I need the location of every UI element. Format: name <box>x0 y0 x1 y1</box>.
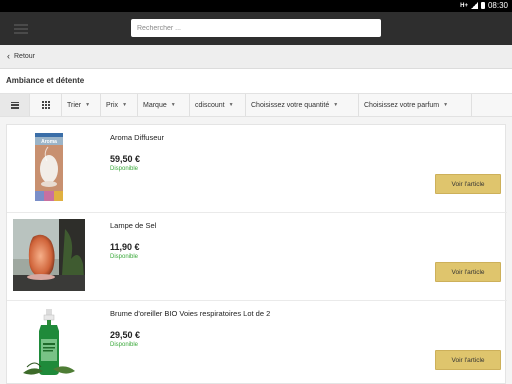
filter-bar: Trier ▼ Prix ▼ Marque ▼ cdiscount ▼ Choisiss… <box>0 93 512 117</box>
list-view-button[interactable] <box>0 94 30 116</box>
filter-quantity[interactable]: Choisissez votre quantité ▼ <box>246 94 359 116</box>
filter-seller-label: cdiscount <box>195 101 225 109</box>
filter-brand-label: Marque <box>143 101 167 109</box>
menu-icon[interactable] <box>14 24 28 34</box>
search-input[interactable] <box>131 19 381 37</box>
filter-quantity-label: Choisissez votre quantité <box>251 101 330 109</box>
product-price: 59,50 € <box>110 154 141 164</box>
list-view-icon <box>10 101 19 109</box>
filter-brand[interactable]: Marque ▼ <box>138 94 190 116</box>
filter-sort-label: Trier <box>67 101 82 109</box>
filter-price-label: Prix <box>106 101 119 109</box>
clock: 08:30 <box>487 1 508 10</box>
availability-status: Disponible <box>110 254 139 260</box>
dropdown-arrow-icon: ▼ <box>228 102 234 108</box>
filter-sort[interactable]: Trier ▼ <box>62 94 101 116</box>
signal-icon <box>470 2 478 9</box>
product-name[interactable]: Lampe de Sel <box>110 221 156 230</box>
filter-fragrance[interactable]: Choisissez votre parfum ▼ <box>359 94 472 116</box>
dropdown-arrow-icon: ▼ <box>443 102 449 108</box>
product-price: 29,50 € <box>110 330 141 340</box>
availability-status: Disponible <box>110 166 139 172</box>
category-header: Ambiance et détente <box>0 69 512 93</box>
battery-icon <box>480 2 485 9</box>
product-name[interactable]: Aroma Diffuseur <box>110 133 164 142</box>
product-name[interactable]: Brume d'oreiller BIO Voies respiratoires… <box>110 309 270 318</box>
product-image[interactable] <box>13 219 85 291</box>
product-image[interactable] <box>13 307 85 379</box>
product-item[interactable]: Lampe de Sel 11,90 € Disponible Voir l'a… <box>7 213 507 301</box>
dropdown-arrow-icon: ▼ <box>333 102 339 108</box>
filter-price[interactable]: Prix ▼ <box>101 94 138 116</box>
back-link[interactable]: ‹ Retour <box>0 45 512 69</box>
product-item[interactable]: Aroma Aroma Diffuseur 59,50 € Disponible… <box>7 125 507 213</box>
dropdown-arrow-icon: ▼ <box>85 102 91 108</box>
filter-fragrance-label: Choisissez votre parfum <box>364 101 440 109</box>
product-item[interactable]: Brume d'oreiller BIO Voies respiratoires… <box>7 301 507 384</box>
top-bar <box>0 12 512 45</box>
dropdown-arrow-icon: ▼ <box>170 102 176 108</box>
view-article-button[interactable]: Voir l'article <box>435 174 501 194</box>
availability-status: Disponible <box>110 342 139 348</box>
view-article-button[interactable]: Voir l'article <box>435 262 501 282</box>
filter-seller[interactable]: cdiscount ▼ <box>190 94 246 116</box>
product-list: Aroma Aroma Diffuseur 59,50 € Disponible… <box>6 124 507 384</box>
status-bar: H+ 08:30 <box>0 0 512 12</box>
grid-view-button[interactable] <box>30 94 62 116</box>
product-image-label: Aroma <box>41 139 57 145</box>
dropdown-arrow-icon: ▼ <box>122 102 128 108</box>
chevron-left-icon: ‹ <box>7 51 10 61</box>
page-title: Ambiance et détente <box>6 76 85 85</box>
network-type: H+ <box>460 2 468 9</box>
product-price: 11,90 € <box>110 242 140 252</box>
product-image[interactable]: Aroma <box>13 131 85 203</box>
back-label: Retour <box>14 53 36 60</box>
grid-view-icon <box>41 101 50 109</box>
view-article-button[interactable]: Voir l'article <box>435 350 501 370</box>
